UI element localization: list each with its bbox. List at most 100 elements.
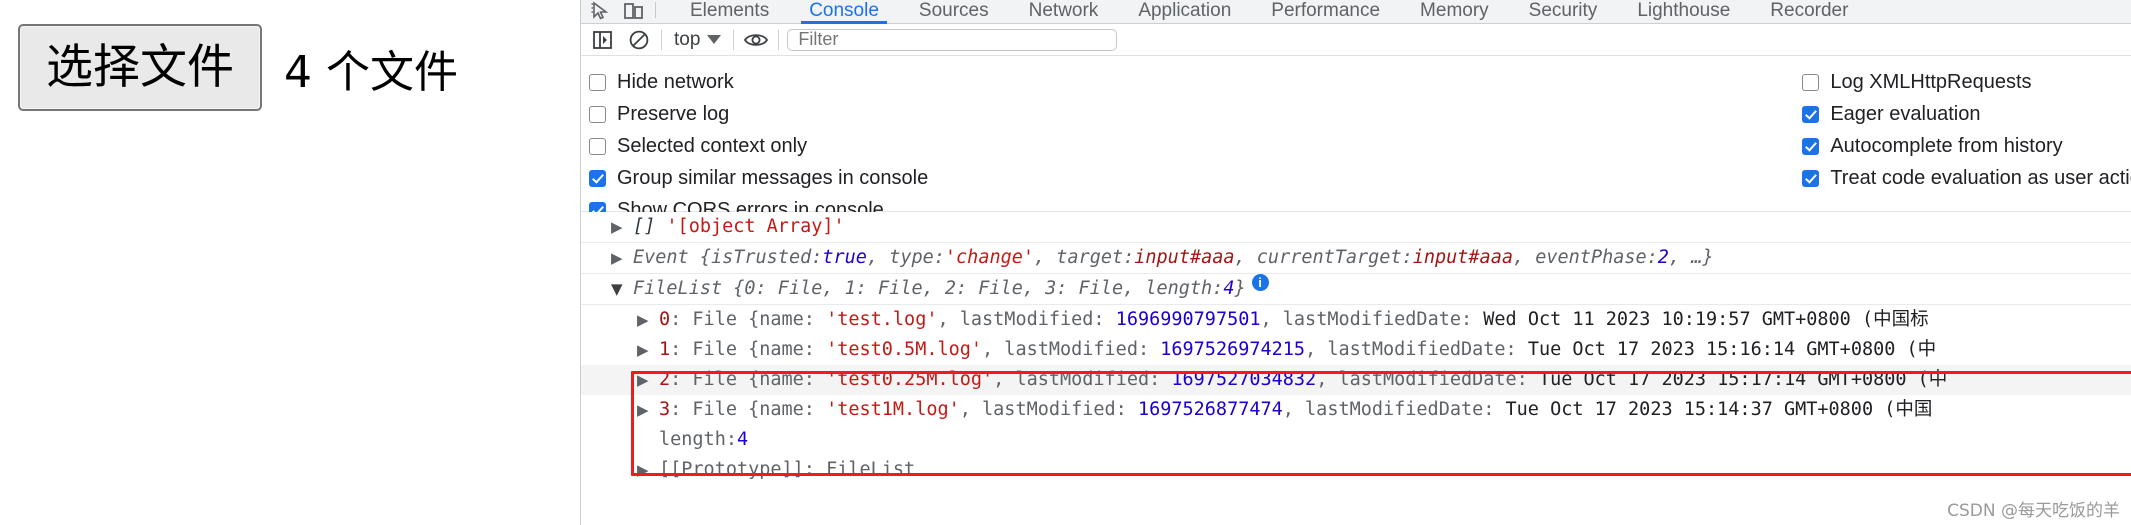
- log-entry-event[interactable]: ▶ Event { isTrusted: true , type: 'chang…: [581, 243, 2131, 274]
- file-name: 'test.log': [826, 309, 938, 330]
- tab-security[interactable]: Security: [1509, 1, 1618, 23]
- file-name: 'test0.5M.log': [826, 339, 983, 360]
- execution-context-selector[interactable]: top: [670, 29, 725, 51]
- tab-recorder[interactable]: Recorder: [1750, 1, 1868, 23]
- tab-network[interactable]: Network: [1009, 1, 1119, 23]
- filelist-item-row[interactable]: ▶ 0 : File {name: 'test.log' , lastModif…: [581, 305, 2131, 335]
- expand-arrow-icon[interactable]: ▶: [611, 212, 625, 242]
- expand-arrow-icon[interactable]: ▶: [637, 305, 651, 335]
- file-input-row: 选择文件 4 个文件: [18, 24, 458, 112]
- log-entry-array[interactable]: ▶ [] '[object Array]': [581, 212, 2131, 243]
- toolbar-divider-2: [733, 29, 735, 50]
- label-selected-context-only: Selected context only: [617, 134, 808, 157]
- checkbox-autocomplete-from-history[interactable]: [1802, 137, 1820, 155]
- file-index: 0: [659, 309, 671, 330]
- filelist-summary: {0: File, 1: File, 2: File, 3: File, len…: [733, 278, 1224, 299]
- expand-arrow-icon[interactable]: ▶: [637, 335, 651, 365]
- info-badge-icon[interactable]: i: [1251, 274, 1269, 291]
- toolbar-divider: [655, 2, 656, 18]
- file-last-modified: 1697526974215: [1160, 339, 1306, 360]
- tab-lighthouse[interactable]: Lighthouse: [1617, 1, 1750, 23]
- tab-sources[interactable]: Sources: [899, 1, 1009, 23]
- tab-performance[interactable]: Performance: [1251, 1, 1400, 23]
- array-string-value: '[object Array]': [666, 216, 845, 237]
- event-prop-value[interactable]: input#aaa: [1134, 243, 1234, 273]
- event-prop-key: , type:: [866, 247, 945, 268]
- console-settings-eye-icon[interactable]: [742, 27, 770, 53]
- checkbox-hide-network[interactable]: [589, 73, 606, 91]
- filelist-item-row[interactable]: ▶ 2 : File {name: 'test0.25M.log' , last…: [581, 365, 2131, 395]
- file-last-modified: 1697527034832: [1171, 369, 1317, 390]
- option-preserve-log[interactable]: Preserve log: [589, 98, 928, 130]
- choose-file-button[interactable]: 选择文件: [18, 24, 262, 112]
- file-class-name: File: [692, 339, 737, 360]
- web-page-content: 选择文件 4 个文件: [0, 0, 580, 525]
- option-autocomplete-from-history[interactable]: Autocomplete from history: [1802, 130, 2131, 162]
- checkbox-treat-code-evaluation[interactable]: [1802, 169, 1820, 187]
- file-timezone-note: (中国标: [1861, 309, 1929, 330]
- console-log-region: ▶ [] '[object Array]' ▶ Event { isTruste…: [581, 212, 2131, 485]
- filelist-item-row[interactable]: ▶ 1 : File {name: 'test0.5M.log' , lastM…: [581, 335, 2131, 365]
- clear-console-icon[interactable]: [625, 27, 653, 53]
- console-settings-left-column: Hide network Preserve log Selected conte…: [589, 66, 928, 226]
- filelist-item-row[interactable]: ▶ 3 : File {name: 'test1M.log' , lastMod…: [581, 395, 2131, 425]
- console-toolbar: top: [581, 24, 2131, 56]
- filelist-prototype-row[interactable]: ▶ [[Prototype]]: FileList: [581, 455, 2131, 485]
- event-prop-key: , currentTarget:: [1234, 247, 1413, 268]
- event-prop-key: isTrusted:: [710, 247, 823, 268]
- file-last-modified: 1697526877474: [1137, 399, 1283, 420]
- expand-arrow-icon[interactable]: ▶: [637, 395, 651, 425]
- collapse-arrow-icon[interactable]: ▼: [611, 274, 625, 304]
- prototype-label: [[Prototype]]: FileList: [659, 459, 916, 480]
- csdn-watermark: CSDN @每天吃饭的羊: [1947, 501, 2120, 521]
- file-class-name: File: [692, 369, 737, 390]
- devtools-panel: Elements Console Sources Network Applica…: [580, 0, 2131, 525]
- log-entry-filelist[interactable]: ▼ FileList {0: File, 1: File, 2: File, 3…: [581, 274, 2131, 305]
- tab-console[interactable]: Console: [789, 1, 899, 24]
- label-log-xmlhttprequests: Log XMLHttpRequests: [1830, 70, 2032, 93]
- inspect-element-icon[interactable]: [591, 1, 613, 21]
- checkbox-log-xmlhttprequests[interactable]: [1802, 73, 1820, 91]
- event-prop-value: true: [822, 247, 867, 268]
- tab-memory[interactable]: Memory: [1400, 1, 1509, 23]
- label-group-similar-messages: Group similar messages in console: [617, 166, 929, 189]
- checkbox-selected-context-only[interactable]: [589, 137, 606, 155]
- file-timezone-note: (中: [1906, 339, 1937, 360]
- file-last-modified-date: Tue Oct 17 2023 15:17:14 GMT+0800: [1538, 369, 1907, 390]
- expand-arrow-icon[interactable]: ▶: [611, 243, 625, 273]
- checkbox-preserve-log[interactable]: [589, 105, 606, 123]
- file-timezone-note: (中国: [1884, 399, 1933, 420]
- console-sidebar-toggle-icon[interactable]: [589, 27, 617, 53]
- option-eager-evaluation[interactable]: Eager evaluation: [1802, 98, 2131, 130]
- filelist-close-brace: }: [1234, 278, 1246, 299]
- device-toolbar-icon[interactable]: [623, 1, 645, 21]
- checkbox-eager-evaluation[interactable]: [1802, 105, 1820, 123]
- tab-elements[interactable]: Elements: [670, 1, 789, 23]
- expand-arrow-icon[interactable]: ▶: [637, 455, 651, 485]
- filter-input[interactable]: [796, 28, 1109, 51]
- option-hide-network[interactable]: Hide network: [589, 66, 928, 98]
- console-settings-pane: Hide network Preserve log Selected conte…: [581, 56, 2131, 221]
- label-hide-network: Hide network: [617, 70, 734, 93]
- option-selected-context-only[interactable]: Selected context only: [589, 130, 928, 162]
- file-class-name: File: [692, 399, 737, 420]
- array-value: []: [633, 216, 656, 237]
- devtools-tabstrip: Elements Console Sources Network Applica…: [581, 0, 2131, 24]
- checkbox-group-similar-messages[interactable]: [589, 169, 606, 187]
- filelist-length-value: 4: [1223, 278, 1235, 299]
- event-prop-value[interactable]: input#aaa: [1413, 243, 1513, 273]
- option-group-similar-messages[interactable]: Group similar messages in console: [589, 162, 928, 194]
- event-open-brace: {: [699, 247, 711, 268]
- filelist-length-row: length: 4: [581, 425, 2131, 455]
- file-last-modified-date: Wed Oct 11 2023 10:19:57 GMT+0800: [1483, 309, 1851, 330]
- file-timezone-note: (中: [1917, 369, 1948, 390]
- screenshot-root: 选择文件 4 个文件 Elements Console Sources Netw…: [0, 0, 2131, 525]
- event-prop-key: , eventPhase:: [1512, 247, 1658, 268]
- label-eager-evaluation: Eager evaluation: [1830, 102, 1981, 125]
- filter-input-wrapper[interactable]: [787, 28, 1118, 51]
- execution-context-label: top: [674, 28, 701, 50]
- option-treat-code-evaluation[interactable]: Treat code evaluation as user action: [1802, 162, 2131, 194]
- tab-application[interactable]: Application: [1118, 1, 1251, 23]
- expand-arrow-icon[interactable]: ▶: [637, 365, 651, 395]
- option-log-xmlhttprequests[interactable]: Log XMLHttpRequests: [1802, 66, 2131, 98]
